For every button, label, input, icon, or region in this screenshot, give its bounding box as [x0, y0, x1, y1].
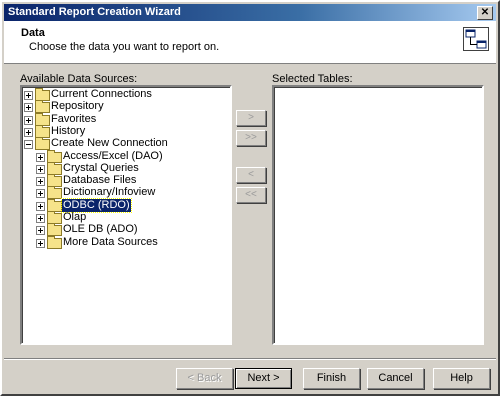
tree-item[interactable]: Favorites	[24, 112, 224, 126]
expand-icon[interactable]	[36, 164, 45, 174]
close-button[interactable]: ✕	[477, 6, 493, 20]
tree-item[interactable]: Access/Excel (DAO)	[36, 149, 224, 163]
tree-item-label: History	[51, 124, 86, 137]
finish-button[interactable]: Finish	[303, 368, 360, 389]
back-button[interactable]: < Back	[176, 368, 233, 389]
expand-icon[interactable]	[36, 189, 45, 199]
tree-item[interactable]: Repository	[24, 100, 224, 114]
page-subtitle: Choose the data you want to report on.	[29, 41, 220, 53]
remove-all-button[interactable]: <<	[236, 187, 266, 203]
tree-item[interactable]: Dictionary/Infoview	[36, 186, 224, 200]
available-sources-tree[interactable]: Current Connections Repository Favorites Hi…	[20, 85, 232, 345]
tree-item[interactable]: Crystal Queries	[36, 161, 224, 175]
tree-item-label: ODBC (RDO)	[61, 197, 132, 213]
tree-item[interactable]: History	[24, 124, 224, 138]
tree-item[interactable]: ODBC (RDO)	[36, 197, 224, 213]
selected-tables-label: Selected Tables:	[272, 73, 353, 85]
window-title: Standard Report Creation Wizard	[8, 6, 181, 18]
expand-icon[interactable]	[24, 115, 33, 125]
wizard-header: Data Choose the data you want to report …	[4, 21, 496, 64]
tree-item[interactable]: Olap	[36, 211, 224, 224]
expand-icon[interactable]	[24, 91, 33, 100]
remove-button[interactable]: <	[236, 167, 266, 183]
folder-icon	[47, 235, 62, 249]
tree-item-label: Olap	[63, 211, 87, 223]
close-icon: ✕	[480, 7, 490, 18]
table-link-icon	[463, 27, 489, 51]
add-button[interactable]: >	[236, 110, 266, 126]
expand-icon[interactable]	[36, 152, 45, 162]
tree-container: Current Connections Repository Favorites Hi…	[22, 87, 230, 343]
tree-item-label: Create New Connection	[51, 137, 168, 150]
tree-item[interactable]: Create New Connection	[24, 137, 224, 151]
tree-item-label: Favorites	[51, 112, 97, 125]
page-title: Data	[21, 27, 45, 39]
expand-icon[interactable]	[36, 177, 45, 187]
expand-icon[interactable]	[36, 201, 45, 211]
collapse-icon[interactable]	[24, 140, 33, 150]
title-bar: Standard Report Creation Wizard ✕	[4, 4, 496, 21]
tree-item-label: Dictionary/Infoview	[63, 186, 156, 199]
wizard-window: Standard Report Creation Wizard ✕ Data C…	[0, 0, 500, 396]
expand-icon[interactable]	[24, 127, 33, 137]
tree-item[interactable]: Database Files	[36, 174, 224, 188]
available-sources-label: Available Data Sources:	[20, 73, 138, 85]
expand-icon[interactable]	[36, 238, 45, 248]
tree-item-label: Crystal Queries	[63, 161, 139, 174]
expand-icon[interactable]	[24, 103, 33, 113]
help-button[interactable]: Help	[433, 368, 490, 389]
next-button[interactable]: Next >	[235, 368, 292, 389]
expand-icon[interactable]	[36, 214, 45, 223]
expand-icon[interactable]	[36, 226, 45, 236]
tree-item-label: Current Connections	[51, 88, 152, 100]
tree-item-label: Repository	[51, 100, 104, 113]
tree-item[interactable]: More Data Sources	[36, 235, 224, 249]
footer-divider	[4, 358, 496, 360]
tree-item-label: Access/Excel (DAO)	[63, 149, 163, 162]
add-all-button[interactable]: >>	[236, 130, 266, 146]
selected-tables-list[interactable]	[272, 85, 484, 345]
tree-item-label: Database Files	[63, 174, 137, 187]
tree-item-label: More Data Sources	[63, 235, 158, 248]
tree-item[interactable]: OLE DB (ADO)	[36, 223, 224, 237]
cancel-button[interactable]: Cancel	[367, 368, 424, 389]
tree-item-label: OLE DB (ADO)	[63, 223, 138, 236]
tree-item[interactable]: Current Connections	[24, 88, 224, 101]
